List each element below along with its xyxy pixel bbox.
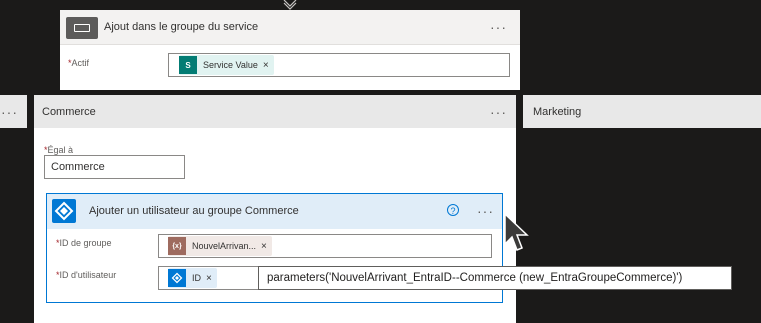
actif-input[interactable]: S Service Value × xyxy=(168,53,510,77)
field-label-egal: *Égal à xyxy=(44,145,74,155)
help-icon[interactable]: ? xyxy=(447,204,459,216)
case-header[interactable]: Commerce ··· xyxy=(34,95,516,128)
entra-id-icon xyxy=(168,269,186,287)
more-options-icon[interactable]: ··· xyxy=(477,204,494,218)
field-label-group-id: *ID de groupe xyxy=(56,238,112,248)
entra-id-icon xyxy=(52,199,76,223)
case-marketing-header[interactable]: Marketing xyxy=(523,95,761,128)
variable-icon: {x} xyxy=(168,237,186,255)
more-options-icon[interactable]: ··· xyxy=(1,105,18,119)
card-header[interactable]: Ajout dans le groupe du service ··· xyxy=(60,10,520,45)
service-value-token[interactable]: S Service Value × xyxy=(179,55,274,75)
variable-token[interactable]: {x} NouvelArrivan... × xyxy=(168,236,272,256)
remove-token-icon[interactable]: × xyxy=(206,273,212,284)
card-title: Ajouter un utilisateur au groupe Commerc… xyxy=(89,205,299,217)
field-label-actif: *Actif xyxy=(68,58,90,68)
remove-token-icon[interactable]: × xyxy=(263,60,269,71)
sharepoint-icon: S xyxy=(179,56,197,74)
more-options-icon[interactable]: ··· xyxy=(490,20,507,34)
card-header[interactable]: Ajouter un utilisateur au groupe Commerc… xyxy=(47,194,502,229)
card-title: Ajout dans le groupe du service xyxy=(104,21,259,33)
user-id-input[interactable]: ID × xyxy=(158,266,268,290)
case-title: Commerce xyxy=(42,106,96,118)
group-id-input[interactable]: {x} NouvelArrivan... × xyxy=(158,234,492,258)
equals-input[interactable]: Commerce xyxy=(44,155,185,179)
action-card-add-to-service-group[interactable]: Ajout dans le groupe du service ··· *Act… xyxy=(60,10,520,90)
connector-arrow-icon xyxy=(283,0,297,10)
more-options-icon[interactable]: ··· xyxy=(490,105,507,119)
branch-default-header[interactable]: ··· xyxy=(0,95,27,128)
expression-tooltip: parameters('NouvelArrivant_EntraID--Comm… xyxy=(258,266,732,290)
user-id-token[interactable]: ID × xyxy=(168,268,217,288)
remove-token-icon[interactable]: × xyxy=(261,241,267,252)
field-label-user-id: *ID d'utilisateur xyxy=(56,270,117,280)
mouse-cursor-icon xyxy=(504,212,529,251)
case-title: Marketing xyxy=(533,106,582,118)
keyboard-icon xyxy=(66,17,98,39)
